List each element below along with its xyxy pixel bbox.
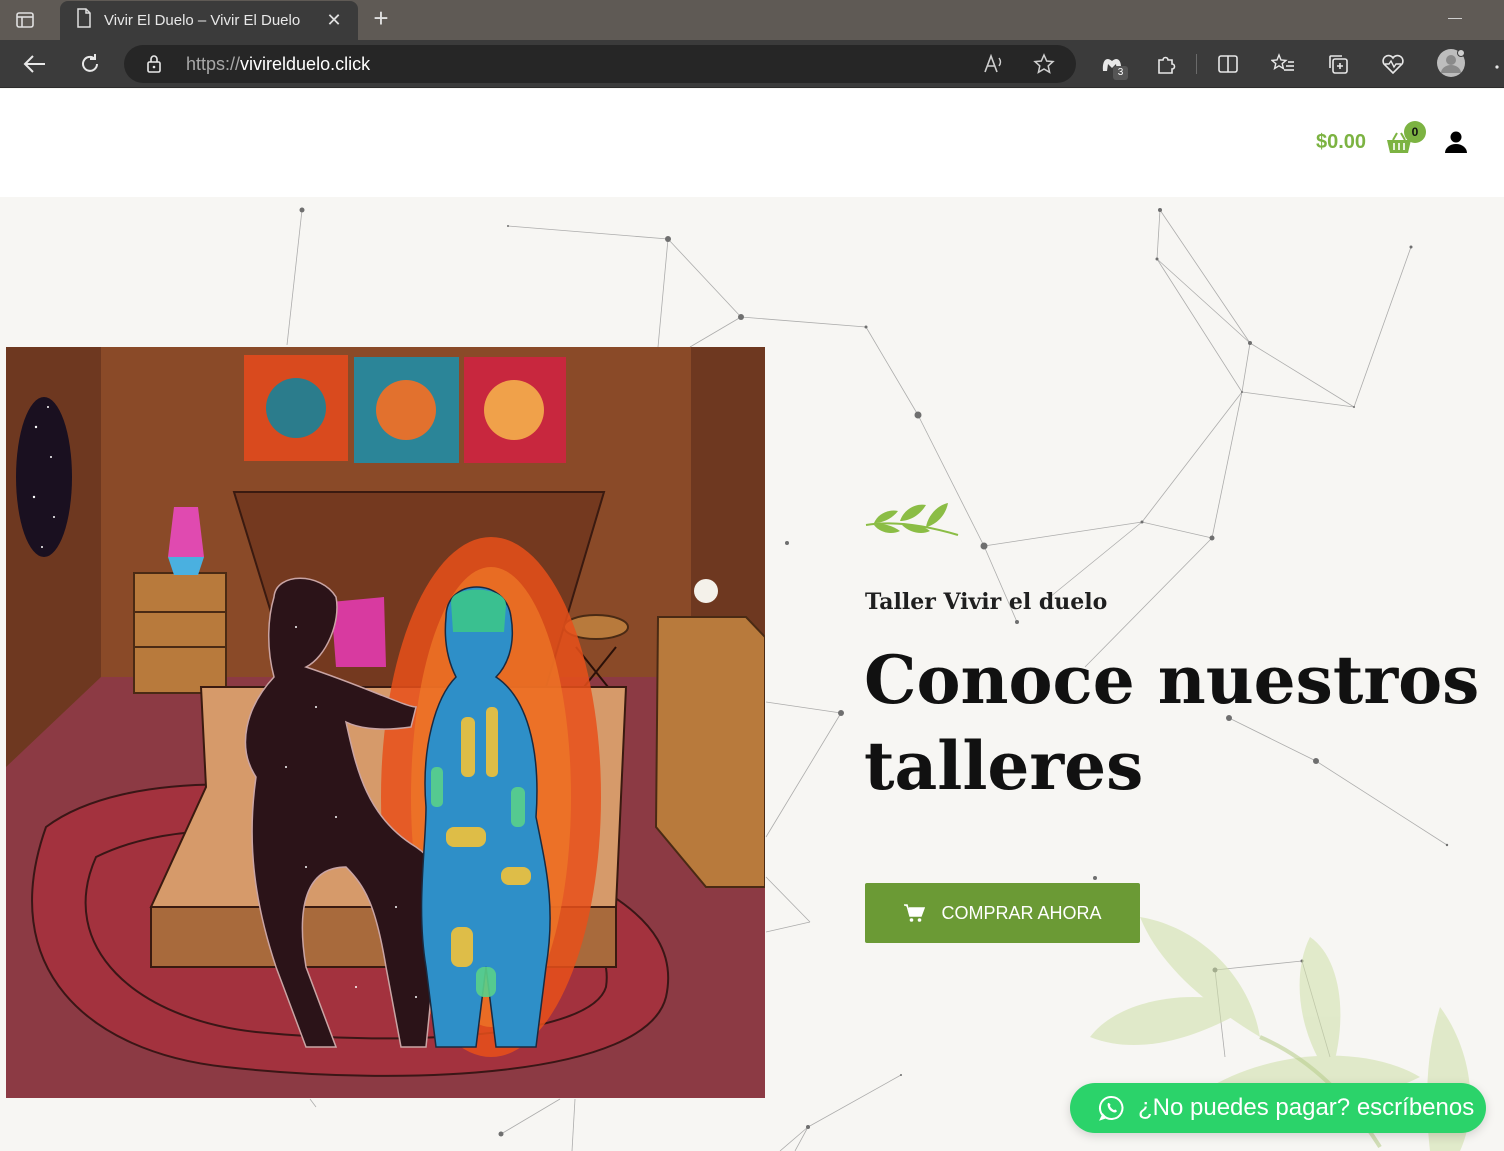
tab-actions-icon[interactable]	[14, 9, 36, 31]
close-tab-icon[interactable]: ✕	[324, 10, 344, 31]
site-header: $0.00 0	[0, 89, 1504, 197]
favorites-list-icon[interactable]	[1269, 50, 1297, 78]
shopping-cart-icon	[904, 904, 926, 922]
hero-eyebrow: Taller Vivir el duelo	[865, 589, 1108, 615]
back-arrow-icon[interactable]	[21, 50, 49, 78]
browser-tab-bar: Vivir El Duelo – Vivir El Duelo ✕ +	[0, 0, 1504, 40]
extension-badge: 3	[1113, 66, 1128, 80]
whatsapp-label: ¿No puedes pagar? escríbenos	[1138, 1094, 1475, 1121]
user-account-icon[interactable]	[1444, 130, 1468, 154]
refresh-icon[interactable]	[76, 50, 104, 78]
workshop-illustration	[6, 347, 765, 1098]
new-tab-icon[interactable]: +	[368, 5, 394, 32]
more-options-icon[interactable]	[1490, 50, 1504, 78]
browser-toolbar: https://vivirelduelo.click 3	[0, 40, 1504, 88]
cart-total[interactable]: $0.00	[1316, 131, 1366, 154]
hero-headline: Conoce nuestros talleres	[864, 641, 1480, 805]
lock-icon[interactable]	[146, 54, 162, 79]
url-text: https://vivirelduelo.click	[186, 54, 371, 74]
minimize-window-icon[interactable]	[1448, 18, 1462, 19]
buy-now-label: COMPRAR AHORA	[941, 902, 1102, 923]
extensions-puzzle-icon[interactable]	[1152, 50, 1180, 78]
favorite-star-icon[interactable]	[1032, 52, 1056, 76]
browser-tab-active[interactable]: Vivir El Duelo – Vivir El Duelo ✕	[60, 1, 358, 40]
cart-count-badge: 0	[1404, 121, 1426, 143]
profile-avatar-icon[interactable]	[1436, 48, 1466, 78]
read-aloud-icon[interactable]	[982, 52, 1006, 76]
browser-essentials-heart-icon[interactable]	[1379, 50, 1407, 78]
toolbar-divider	[1196, 54, 1197, 74]
address-bar[interactable]: https://vivirelduelo.click	[124, 45, 1076, 83]
whatsapp-contact-button[interactable]: ¿No puedes pagar? escríbenos	[1070, 1083, 1486, 1133]
collections-icon[interactable]	[1324, 50, 1352, 78]
split-screen-icon[interactable]	[1214, 50, 1242, 78]
page-icon	[76, 8, 92, 33]
buy-now-button[interactable]: COMPRAR AHORA	[865, 883, 1140, 943]
olive-sprig-icon	[865, 503, 959, 536]
hero-section: Taller Vivir el duelo Conoce nuestros ta…	[0, 197, 1504, 1151]
whatsapp-icon	[1098, 1095, 1124, 1121]
tab-title: Vivir El Duelo – Vivir El Duelo	[104, 12, 301, 29]
